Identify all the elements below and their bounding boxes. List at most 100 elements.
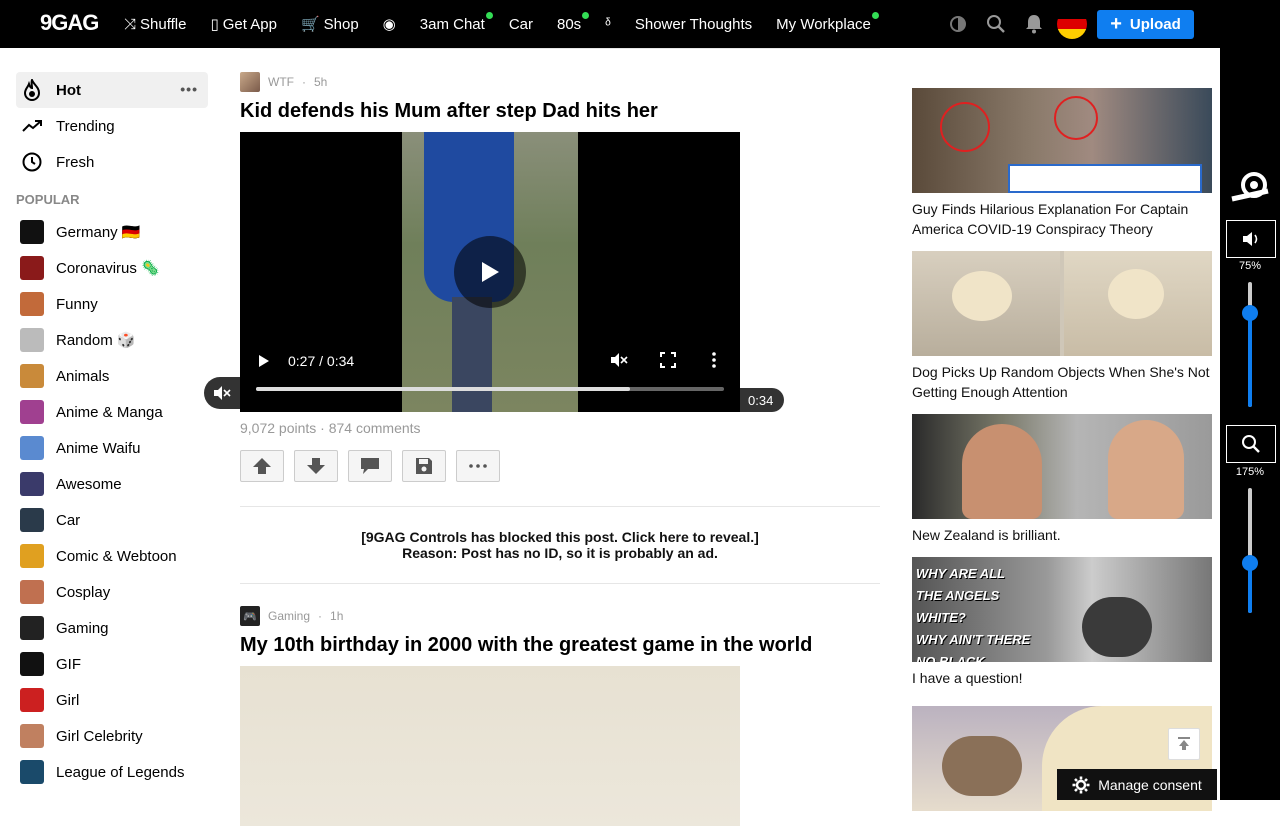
sidebar-item-popular[interactable]: Anime Waifu (16, 430, 208, 466)
muted-icon (214, 386, 231, 400)
germany-flag-icon[interactable] (1057, 9, 1087, 39)
search-button[interactable] (977, 0, 1015, 48)
nav-80s[interactable]: 80s (545, 0, 593, 48)
comment-button[interactable] (348, 450, 392, 482)
post-stats[interactable]: 9,072 points · 874 comments (240, 420, 880, 438)
more-button[interactable] (456, 450, 500, 482)
header-actions: + Upload (939, 0, 1194, 48)
featured-thumbnail[interactable] (912, 414, 1212, 519)
video-menu-icon[interactable] (712, 352, 716, 371)
sidebar-item-hot[interactable]: Hot ••• (16, 72, 208, 108)
sidebar-item-fresh[interactable]: Fresh (16, 144, 208, 180)
featured-caption: Dog Picks Up Random Objects When She's N… (912, 364, 1210, 400)
nav-label: Shop (323, 15, 359, 33)
post-actions (240, 450, 880, 482)
post-meta: 🎮 Gaming · 1h (240, 606, 880, 626)
nav-sparkle[interactable]: ᵟ (593, 0, 623, 48)
post-time: 1h (330, 609, 344, 623)
meta-separator: · (302, 75, 306, 89)
post-section[interactable]: WTF (268, 75, 294, 89)
upload-button[interactable]: + Upload (1097, 9, 1194, 39)
search-icon (987, 15, 1005, 33)
sidebar-item-popular[interactable]: Funny (16, 286, 208, 322)
post-section[interactable]: Gaming (268, 609, 310, 623)
zoom-button[interactable] (1226, 425, 1276, 463)
blocked-line-2: Reason: Post has no ID, so it is probabl… (402, 545, 718, 561)
sidebar-item-popular[interactable]: Coronavirus 🦠 (16, 250, 208, 286)
more-options-icon[interactable]: ••• (180, 81, 198, 97)
scroll-to-top-button[interactable] (1168, 728, 1200, 760)
clock-badge-icon: ◉ (382, 16, 396, 33)
zoom-slider[interactable] (1242, 488, 1258, 613)
sidebar-item-popular[interactable]: Girl Celebrity (16, 718, 208, 754)
nav-get-app[interactable]: ▯ Get App (198, 0, 288, 48)
sidebar-item-popular[interactable]: Cosplay (16, 574, 208, 610)
consent-label: Manage consent (1098, 776, 1202, 793)
video-player[interactable]: 0:27 / 0:34 (240, 132, 740, 412)
notifications-button[interactable] (1015, 0, 1053, 48)
featured-column: Guy Finds Hilarious Explanation For Capt… (912, 88, 1212, 823)
nav-my-workplace[interactable]: My Workplace (764, 0, 883, 48)
play-small-icon[interactable] (258, 354, 270, 371)
nav-3am-chat[interactable]: 3am Chat (408, 0, 497, 48)
sidebar-item-popular[interactable]: GIF (16, 646, 208, 682)
post-title[interactable]: My 10th birthday in 2000 with the greate… (240, 634, 880, 656)
sidebar-item-popular[interactable]: Germany 🇩🇪 (16, 214, 208, 250)
featured-item[interactable]: Dog Picks Up Random Objects When She's N… (912, 251, 1212, 402)
upvote-button[interactable] (240, 450, 284, 482)
nav-car[interactable]: Car (497, 0, 545, 48)
section-avatar (20, 328, 44, 352)
sidebar-item-popular[interactable]: Gaming (16, 610, 208, 646)
mute-icon[interactable] (610, 352, 628, 371)
sidebar-item-label: Hot (56, 81, 81, 99)
sidebar-item-popular[interactable]: Girl (16, 682, 208, 718)
featured-item[interactable]: New Zealand is brilliant. (912, 414, 1212, 545)
fullscreen-icon[interactable] (660, 352, 676, 371)
sidebar-item-popular[interactable]: Car (16, 502, 208, 538)
top-nav: ⤨ Shuffle ▯ Get App 🛒 Shop ◉ 3am Chat Ca… (112, 0, 883, 48)
nav-clock-badge[interactable]: ◉ (371, 0, 408, 48)
section-avatar (20, 436, 44, 460)
gamepad-icon[interactable]: 🎮 (240, 606, 260, 626)
sidebar-item-label: Girl (56, 691, 80, 709)
zoom-knob[interactable] (1242, 555, 1258, 571)
featured-thumbnail[interactable] (912, 88, 1212, 193)
save-button[interactable] (402, 450, 446, 482)
post-image[interactable] (240, 666, 740, 826)
volume-slider[interactable] (1242, 282, 1258, 407)
sidebar-item-popular[interactable]: Random 🎲 (16, 322, 208, 358)
sidebar-item-popular[interactable]: Anime & Manga (16, 394, 208, 430)
speaker-icon (1243, 232, 1258, 246)
downvote-button[interactable] (294, 450, 338, 482)
dark-mode-toggle[interactable] (939, 0, 977, 48)
nav-shower-thoughts[interactable]: Shower Thoughts (623, 0, 764, 48)
sidebar-item-popular[interactable]: League of Legends (16, 754, 208, 790)
post-title[interactable]: Kid defends his Mum after step Dad hits … (240, 100, 880, 122)
featured-caption: New Zealand is brilliant. (912, 527, 1061, 543)
section-avatar[interactable] (240, 72, 260, 92)
featured-thumbnail[interactable]: WHY ARE ALL THE ANGELS WHITE? WHY AIN'T THE… (912, 557, 1212, 662)
manage-consent-button[interactable]: Manage consent (1057, 769, 1217, 800)
video-controls: 0:27 / 0:34 (240, 346, 740, 376)
video-progress-bar[interactable] (256, 387, 724, 391)
muted-toggle[interactable] (204, 377, 240, 409)
blocked-post-notice[interactable]: [9GAG Controls has blocked this post. Cl… (240, 506, 880, 584)
nav-label: 80s (556, 15, 582, 33)
play-button[interactable] (454, 236, 526, 308)
nav-shop[interactable]: 🛒 Shop (289, 0, 371, 48)
bell-icon (1026, 15, 1042, 34)
volume-knob[interactable] (1242, 305, 1258, 322)
section-avatar (20, 616, 44, 640)
sidebar-item-popular[interactable]: Comic & Webtoon (16, 538, 208, 574)
featured-thumbnail[interactable] (912, 251, 1212, 356)
section-avatar (20, 544, 44, 568)
sidebar-item-popular[interactable]: Animals (16, 358, 208, 394)
nav-shuffle[interactable]: ⤨ Shuffle (112, 0, 198, 48)
sidebar-item-popular[interactable]: Awesome (16, 466, 208, 502)
shuffle-icon: ⤨ (124, 15, 137, 33)
volume-button[interactable] (1226, 220, 1276, 258)
logo[interactable]: 9GAG (40, 10, 99, 36)
featured-item[interactable]: Guy Finds Hilarious Explanation For Capt… (912, 88, 1212, 239)
featured-item[interactable]: WHY ARE ALL THE ANGELS WHITE? WHY AIN'T THE… (912, 557, 1212, 688)
sidebar-item-trending[interactable]: Trending (16, 108, 208, 144)
